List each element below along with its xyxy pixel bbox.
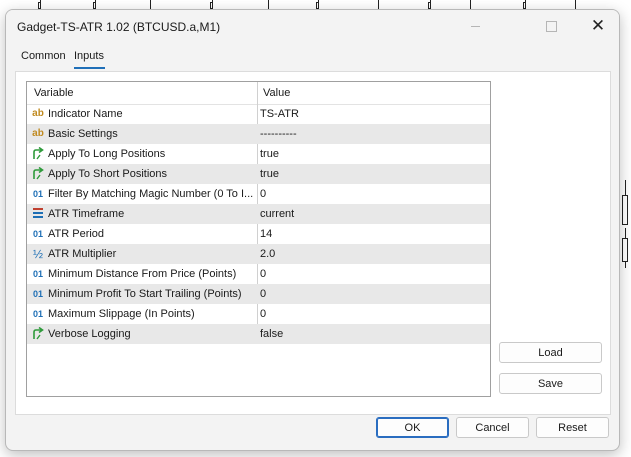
- background-chart-bottom: [0, 451, 631, 457]
- variable-value[interactable]: TS-ATR: [260, 104, 485, 124]
- boolean-type-icon: [30, 164, 46, 184]
- variable-value[interactable]: true: [260, 144, 485, 164]
- string-type-icon: ab: [32, 128, 44, 139]
- table-row[interactable]: 01 Maximum Slippage (In Points) 0: [27, 304, 490, 324]
- variable-name: Minimum Distance From Price (Points): [48, 268, 237, 280]
- window-title: Gadget-TS-ATR 1.02 (BTCUSD.a,M1): [17, 20, 221, 34]
- string-type-icon: ab: [32, 108, 44, 119]
- variable-value[interactable]: current: [260, 204, 485, 224]
- variable-name: Basic Settings: [48, 128, 118, 140]
- table-row[interactable]: ab Indicator Name TS-ATR: [27, 104, 490, 124]
- variable-value[interactable]: 14: [260, 224, 485, 244]
- table-row[interactable]: 01 Minimum Profit To Start Trailing (Poin…: [27, 284, 490, 304]
- table-row[interactable]: ½ ATR Multiplier 2.0: [27, 244, 490, 264]
- variable-value[interactable]: 0: [260, 184, 485, 204]
- close-icon: ✕: [590, 16, 606, 35]
- variable-value[interactable]: 2.0: [260, 244, 485, 264]
- integer-type-icon: 01: [32, 189, 43, 199]
- variable-name: ATR Multiplier: [48, 248, 117, 260]
- variable-name: Verbose Logging: [48, 328, 131, 340]
- minimize-icon: [470, 25, 480, 27]
- variable-name: ATR Period: [48, 228, 105, 240]
- double-type-icon: ½: [32, 247, 43, 261]
- minimize-button[interactable]: [461, 16, 489, 36]
- table-row[interactable]: 01 Filter By Matching Magic Number (0 To …: [27, 184, 490, 204]
- table-row[interactable]: ab Basic Settings ----------: [27, 124, 490, 144]
- variable-name: Minimum Profit To Start Trailing (Points…: [48, 288, 242, 300]
- tab-inputs[interactable]: Inputs: [74, 50, 104, 62]
- close-button[interactable]: ✕: [584, 16, 612, 36]
- maximize-icon: [545, 21, 557, 32]
- column-header-value[interactable]: Value: [263, 82, 290, 104]
- tab-common[interactable]: Common: [21, 50, 66, 62]
- variable-value[interactable]: 0: [260, 284, 485, 304]
- active-tab-indicator: [74, 67, 105, 69]
- table-header: Variable Value: [27, 82, 490, 105]
- inputs-table: Variable Value ab Indicator Name TS-ATR ab B…: [26, 81, 491, 397]
- variable-name: Indicator Name: [48, 108, 123, 120]
- variable-value[interactable]: true: [260, 164, 485, 184]
- column-header-variable[interactable]: Variable: [34, 82, 74, 104]
- boolean-type-icon: [30, 144, 46, 164]
- table-row[interactable]: ATR Timeframe current: [27, 204, 490, 224]
- variable-value[interactable]: false: [260, 324, 485, 344]
- indicator-properties-dialog: Gadget-TS-ATR 1.02 (BTCUSD.a,M1) ✕ Commo…: [5, 9, 620, 451]
- variable-value[interactable]: 0: [260, 304, 485, 324]
- variable-name: Apply To Long Positions: [48, 148, 166, 160]
- table-row[interactable]: 01 ATR Period 14: [27, 224, 490, 244]
- background-chart-right: [620, 0, 631, 457]
- variable-name: Maximum Slippage (In Points): [48, 308, 195, 320]
- integer-type-icon: 01: [32, 229, 43, 239]
- integer-type-icon: 01: [32, 309, 43, 319]
- table-row[interactable]: Apply To Long Positions true: [27, 144, 490, 164]
- cancel-button[interactable]: Cancel: [456, 417, 529, 438]
- table-row[interactable]: Verbose Logging false: [27, 324, 490, 344]
- maximize-button[interactable]: [537, 16, 565, 36]
- ok-button[interactable]: OK: [376, 417, 449, 438]
- boolean-type-icon: [30, 324, 46, 344]
- save-button[interactable]: Save: [499, 373, 602, 394]
- variable-name: Apply To Short Positions: [48, 168, 168, 180]
- variable-name: Filter By Matching Magic Number (0 To I.…: [48, 188, 254, 200]
- reset-button[interactable]: Reset: [536, 417, 609, 438]
- title-bar: Gadget-TS-ATR 1.02 (BTCUSD.a,M1) ✕: [6, 10, 619, 42]
- variable-value[interactable]: ----------: [260, 124, 485, 144]
- table-row[interactable]: Apply To Short Positions true: [27, 164, 490, 184]
- variable-name: ATR Timeframe: [48, 208, 125, 220]
- integer-type-icon: 01: [32, 269, 43, 279]
- integer-type-icon: 01: [32, 289, 43, 299]
- load-button[interactable]: Load: [499, 342, 602, 363]
- timeframe-type-icon: [30, 204, 46, 224]
- variable-value[interactable]: 0: [260, 264, 485, 284]
- table-row[interactable]: 01 Minimum Distance From Price (Points) 0: [27, 264, 490, 284]
- inputs-panel: Variable Value ab Indicator Name TS-ATR ab B…: [15, 71, 611, 415]
